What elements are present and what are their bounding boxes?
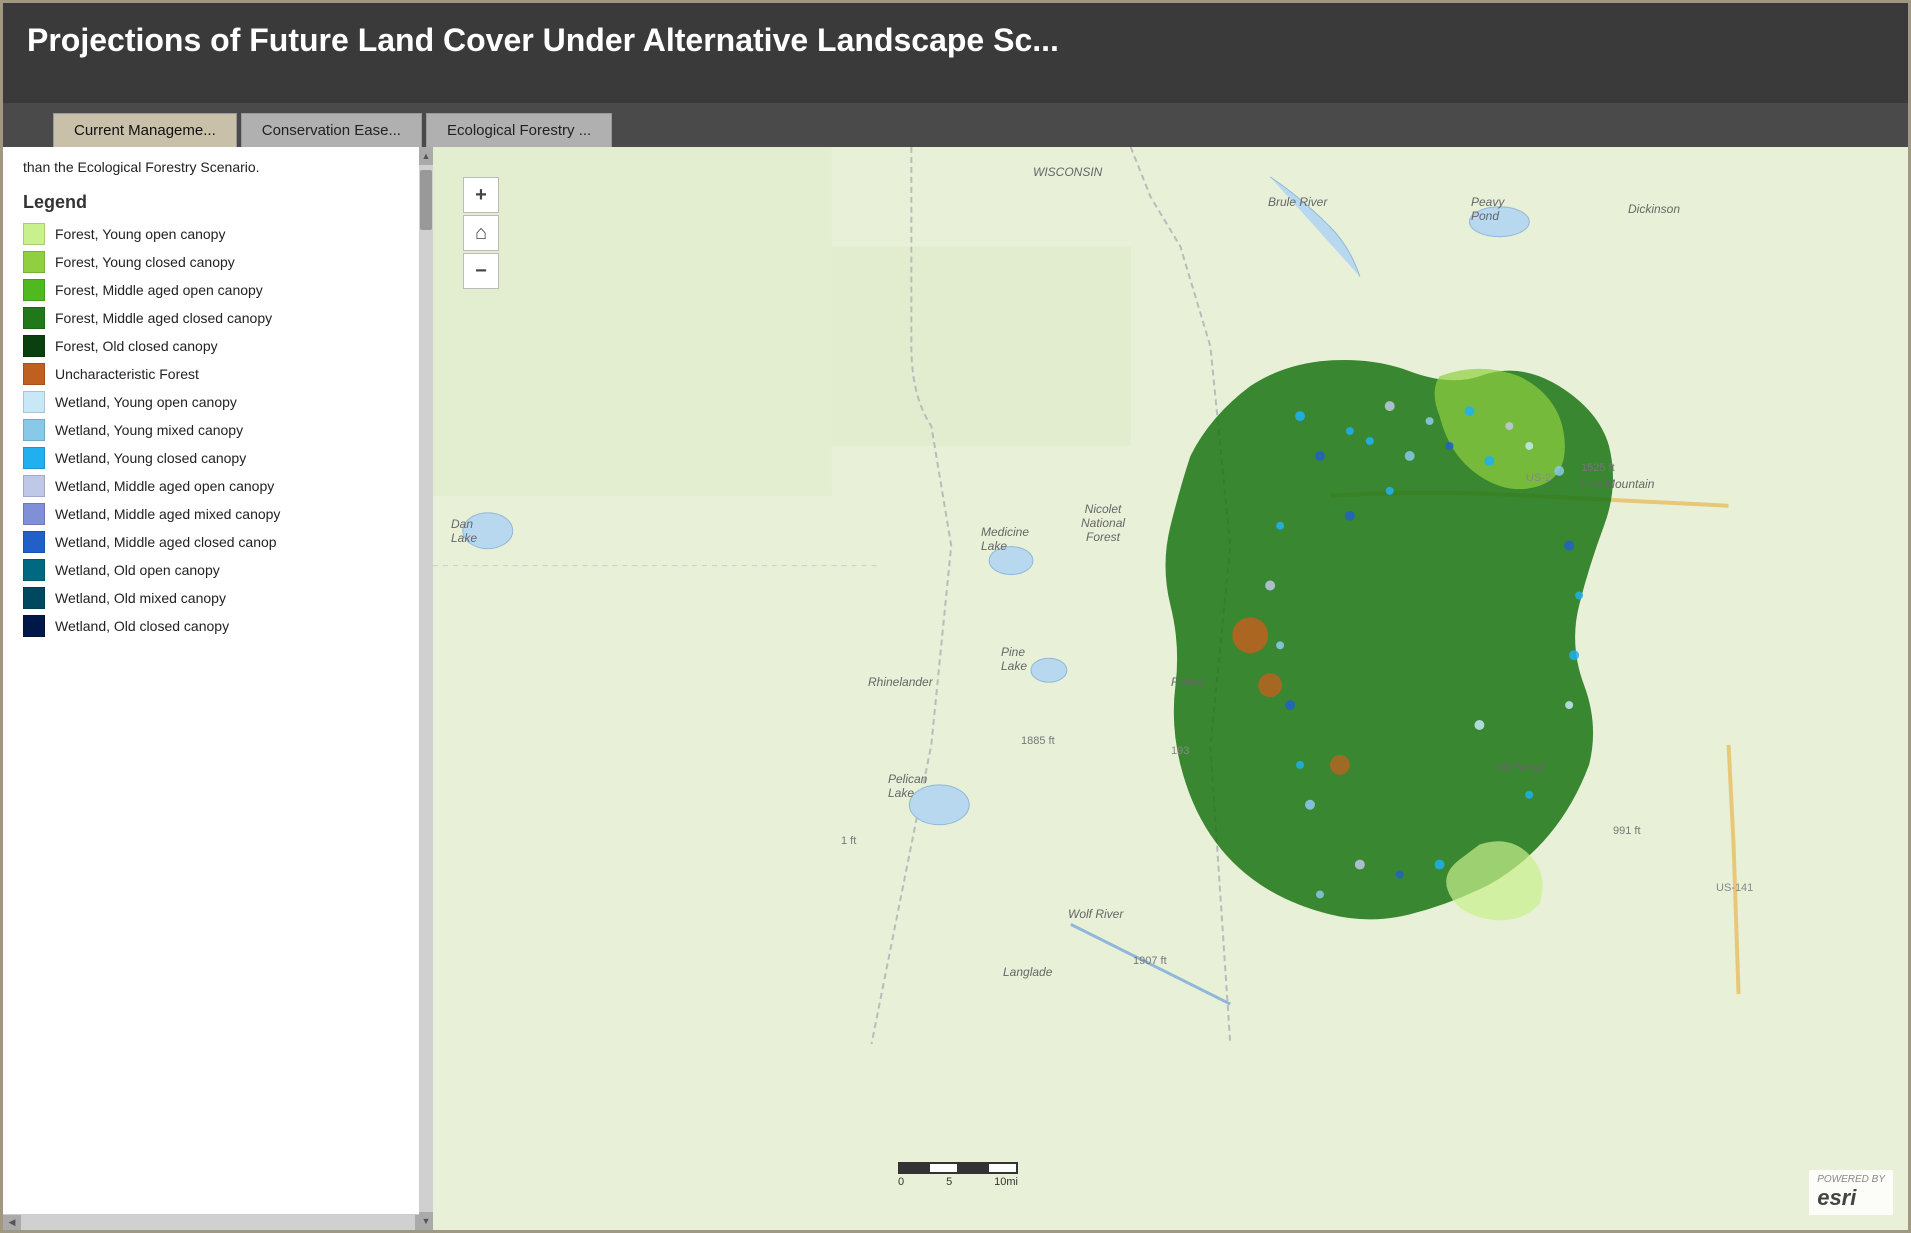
scroll-down-arrow[interactable]: ▼ <box>419 1212 433 1230</box>
legend-swatch-11 <box>23 531 45 553</box>
legend-swatch-14 <box>23 615 45 637</box>
vertical-scrollbar[interactable]: ▲ ▼ <box>419 147 433 1230</box>
legend-swatch-5 <box>23 363 45 385</box>
legend-item-7: Wetland, Young mixed canopy <box>23 419 413 441</box>
map-background <box>433 147 1908 1230</box>
legend-swatch-2 <box>23 279 45 301</box>
map-controls: + ⌂ − <box>463 177 499 289</box>
scale-bar: 0 5 10mi <box>898 1162 1018 1188</box>
tabs-bar: Current Manageme... Conservation Ease...… <box>3 103 1908 147</box>
legend-item-10: Wetland, Middle aged mixed canopy <box>23 503 413 525</box>
legend-swatch-8 <box>23 447 45 469</box>
legend-swatch-10 <box>23 503 45 525</box>
legend-swatch-1 <box>23 251 45 273</box>
legend-label-1: Forest, Young closed canopy <box>55 254 235 270</box>
scroll-left-arrow[interactable]: ◀ <box>3 1215 21 1231</box>
legend-swatch-13 <box>23 587 45 609</box>
home-button[interactable]: ⌂ <box>463 215 499 251</box>
legend-label-7: Wetland, Young mixed canopy <box>55 422 243 438</box>
page-title: Projections of Future Land Cover Under A… <box>27 21 1059 59</box>
esri-name-text: esri <box>1817 1185 1856 1210</box>
legend-label-6: Wetland, Young open canopy <box>55 394 237 410</box>
esri-logo: POWERED BY esri <box>1809 1170 1893 1215</box>
legend-label-12: Wetland, Old open canopy <box>55 562 220 578</box>
app-header: Projections of Future Land Cover Under A… <box>3 3 1908 103</box>
legend-item-12: Wetland, Old open canopy <box>23 559 413 581</box>
zoom-out-button[interactable]: − <box>463 253 499 289</box>
legend-item-0: Forest, Young open canopy <box>23 223 413 245</box>
legend-item-9: Wetland, Middle aged open canopy <box>23 475 413 497</box>
legend-swatch-3 <box>23 307 45 329</box>
legend-label-13: Wetland, Old mixed canopy <box>55 590 226 606</box>
legend-swatch-0 <box>23 223 45 245</box>
legend-title: Legend <box>23 192 413 213</box>
tab-conservation-ease[interactable]: Conservation Ease... <box>241 113 422 147</box>
legend-item-5: Uncharacteristic Forest <box>23 363 413 385</box>
legend-swatch-7 <box>23 419 45 441</box>
powered-by-text: POWERED BY <box>1817 1174 1885 1185</box>
legend-label-8: Wetland, Young closed canopy <box>55 450 246 466</box>
scroll-track[interactable] <box>419 165 433 1212</box>
legend-item-8: Wetland, Young closed canopy <box>23 447 413 469</box>
main-content: than the Ecological Forestry Scenario. L… <box>3 147 1908 1230</box>
scale-label-5: 5 <box>946 1176 952 1188</box>
legend-item-6: Wetland, Young open canopy <box>23 391 413 413</box>
legend-swatch-6 <box>23 391 45 413</box>
legend-label-5: Uncharacteristic Forest <box>55 366 199 382</box>
map-area[interactable]: WISCONSIN Brule River PeavyPond Dickinso… <box>433 147 1908 1230</box>
panel-scroll-area[interactable]: than the Ecological Forestry Scenario. L… <box>3 147 433 1214</box>
panel-description: than the Ecological Forestry Scenario. <box>23 157 413 178</box>
legend-label-10: Wetland, Middle aged mixed canopy <box>55 506 280 522</box>
legend-swatch-9 <box>23 475 45 497</box>
tab-ecological-forestry[interactable]: Ecological Forestry ... <box>426 113 612 147</box>
scroll-up-arrow[interactable]: ▲ <box>419 147 433 165</box>
left-panel: than the Ecological Forestry Scenario. L… <box>3 147 433 1230</box>
legend-item-1: Forest, Young closed canopy <box>23 251 413 273</box>
legend-item-13: Wetland, Old mixed canopy <box>23 587 413 609</box>
legend-item-2: Forest, Middle aged open canopy <box>23 279 413 301</box>
legend-label-2: Forest, Middle aged open canopy <box>55 282 263 298</box>
legend-item-4: Forest, Old closed canopy <box>23 335 413 357</box>
scale-label-0: 0 <box>898 1176 904 1188</box>
scale-label-10mi: 10mi <box>994 1176 1018 1188</box>
legend-swatch-12 <box>23 559 45 581</box>
legend-swatch-4 <box>23 335 45 357</box>
h-scroll-track[interactable] <box>21 1215 415 1230</box>
legend-label-9: Wetland, Middle aged open canopy <box>55 478 274 494</box>
legend-list: Forest, Young open canopy Forest, Young c… <box>23 223 413 637</box>
legend-label-11: Wetland, Middle aged closed canop <box>55 534 277 550</box>
legend-item-11: Wetland, Middle aged closed canop <box>23 531 413 553</box>
legend-label-14: Wetland, Old closed canopy <box>55 618 229 634</box>
scroll-thumb[interactable] <box>420 170 432 230</box>
legend-item-14: Wetland, Old closed canopy <box>23 615 413 637</box>
legend-item-3: Forest, Middle aged closed canopy <box>23 307 413 329</box>
zoom-in-button[interactable]: + <box>463 177 499 213</box>
horizontal-scrollbar[interactable]: ◀ ▶ <box>3 1214 433 1230</box>
legend-label-3: Forest, Middle aged closed canopy <box>55 310 272 326</box>
tab-current-management[interactable]: Current Manageme... <box>53 113 237 147</box>
legend-label-0: Forest, Young open canopy <box>55 226 225 242</box>
legend-label-4: Forest, Old closed canopy <box>55 338 218 354</box>
